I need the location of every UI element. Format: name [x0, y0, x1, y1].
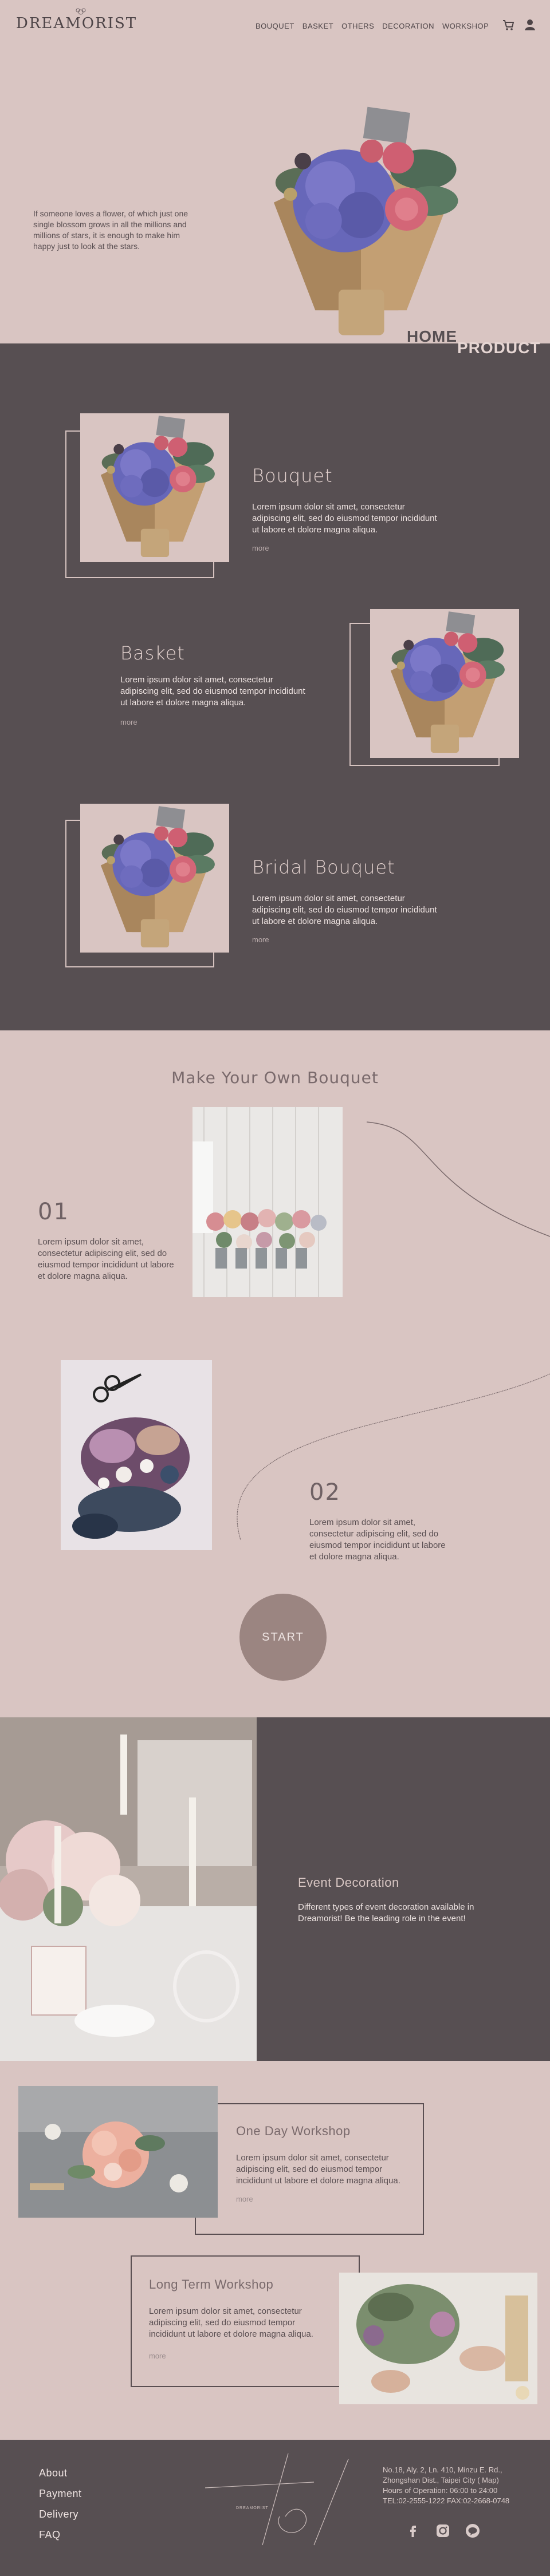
nav-bouquet[interactable]: BOUQUET: [256, 22, 294, 30]
footer-logo-mark: [205, 2453, 349, 2546]
product-title-basket: Basket: [120, 642, 185, 664]
workshop-title: One Day Workshop: [236, 2124, 351, 2138]
product-title-bouquet: Bouquet: [252, 465, 333, 487]
long-term-workshop-image[interactable]: [339, 2273, 537, 2404]
step-description: Lorem ipsum dolor sit amet, consectetur …: [309, 1518, 446, 1562]
footer-link-faq[interactable]: FAQ: [39, 2529, 61, 2541]
footer-hours: Hours of Operation: 06:00 to 24:00: [383, 2486, 498, 2495]
product-more-link[interactable]: more: [120, 718, 138, 726]
facebook-icon[interactable]: [406, 2523, 421, 2538]
event-table-image: [0, 1717, 257, 2061]
step-number: 01: [38, 1199, 69, 1225]
workshop-description: Lorem ipsum dolor sit amet, consectetur …: [236, 2153, 400, 2186]
footer-logo-text: DREAMORIST: [236, 2506, 269, 2510]
hero-bouquet-image: [273, 106, 458, 335]
flower-shop-image: [192, 1107, 343, 1297]
workshop-more-link[interactable]: more: [149, 2352, 166, 2360]
step-description: Lorem ipsum dolor sit amet, consectetur …: [38, 1237, 174, 1281]
line-icon[interactable]: [465, 2523, 480, 2538]
footer-link-about[interactable]: About: [39, 2467, 68, 2479]
step-number: 02: [309, 1479, 341, 1506]
product-desc-bouquet: Lorem ipsum dolor sit amet, consectetur …: [252, 502, 437, 535]
hero-quote: If someone loves a flower, of which just…: [33, 209, 188, 251]
brand-logo[interactable]: DREAMORIST: [16, 15, 137, 32]
product-desc-bridal: Lorem ipsum dolor sit amet, consectetur …: [252, 894, 437, 926]
footer-address-line1: No.18, Aly. 2, Ln. 410, Minzu E. Rd.,: [383, 2466, 502, 2474]
product-desc-basket: Lorem ipsum dolor sit amet, consectetur …: [120, 675, 305, 708]
make-your-own-title: Make Your Own Bouquet: [171, 1068, 379, 1087]
footer-address-line2[interactable]: Zhongshan Dist., Taipei City ( Map): [383, 2475, 532, 2486]
footer-link-payment[interactable]: Payment: [39, 2488, 82, 2500]
nav-others[interactable]: OTHERS: [341, 22, 374, 30]
product-title-bridal: Bridal Bouquet: [252, 856, 395, 878]
footer-contact-info: No.18, Aly. 2, Ln. 410, Minzu E. Rd., Zh…: [383, 2465, 532, 2506]
workshop-title: Long Term Workshop: [149, 2277, 274, 2291]
product-more-link[interactable]: more: [252, 935, 269, 944]
nav-decoration[interactable]: DECORATION: [382, 22, 434, 30]
start-button[interactable]: START: [239, 1594, 327, 1681]
footer-phone: TEL:02-2555-1222 FAX:02-2668-0748: [383, 2496, 510, 2505]
workshop-more-link[interactable]: more: [236, 2195, 253, 2203]
cart-icon[interactable]: [502, 18, 514, 31]
main-nav: BOUQUET BASKET OTHERS DECORATION WORKSHO…: [256, 22, 489, 30]
nav-workshop[interactable]: WORKSHOP: [442, 22, 489, 30]
product-more-link[interactable]: more: [252, 544, 269, 552]
user-icon[interactable]: [524, 18, 536, 31]
event-title: Event Decoration: [298, 1875, 399, 1890]
basket-product-image[interactable]: [370, 609, 519, 758]
event-description: Different types of event decoration avai…: [298, 1902, 474, 1923]
footer-link-delivery[interactable]: Delivery: [39, 2508, 78, 2520]
dried-flowers-image: [61, 1360, 212, 1550]
logo-flower-icon: [76, 8, 86, 15]
nav-basket[interactable]: BASKET: [302, 22, 333, 30]
bouquet-product-image[interactable]: [80, 413, 229, 562]
breadcrumb-product: PRODUCT: [457, 339, 541, 357]
one-day-workshop-image[interactable]: [18, 2086, 218, 2218]
instagram-icon[interactable]: [435, 2523, 450, 2538]
workshop-description: Lorem ipsum dolor sit amet, consectetur …: [149, 2306, 313, 2339]
breadcrumb-home[interactable]: HOME: [407, 327, 457, 346]
bridal-bouquet-product-image[interactable]: [80, 804, 229, 953]
